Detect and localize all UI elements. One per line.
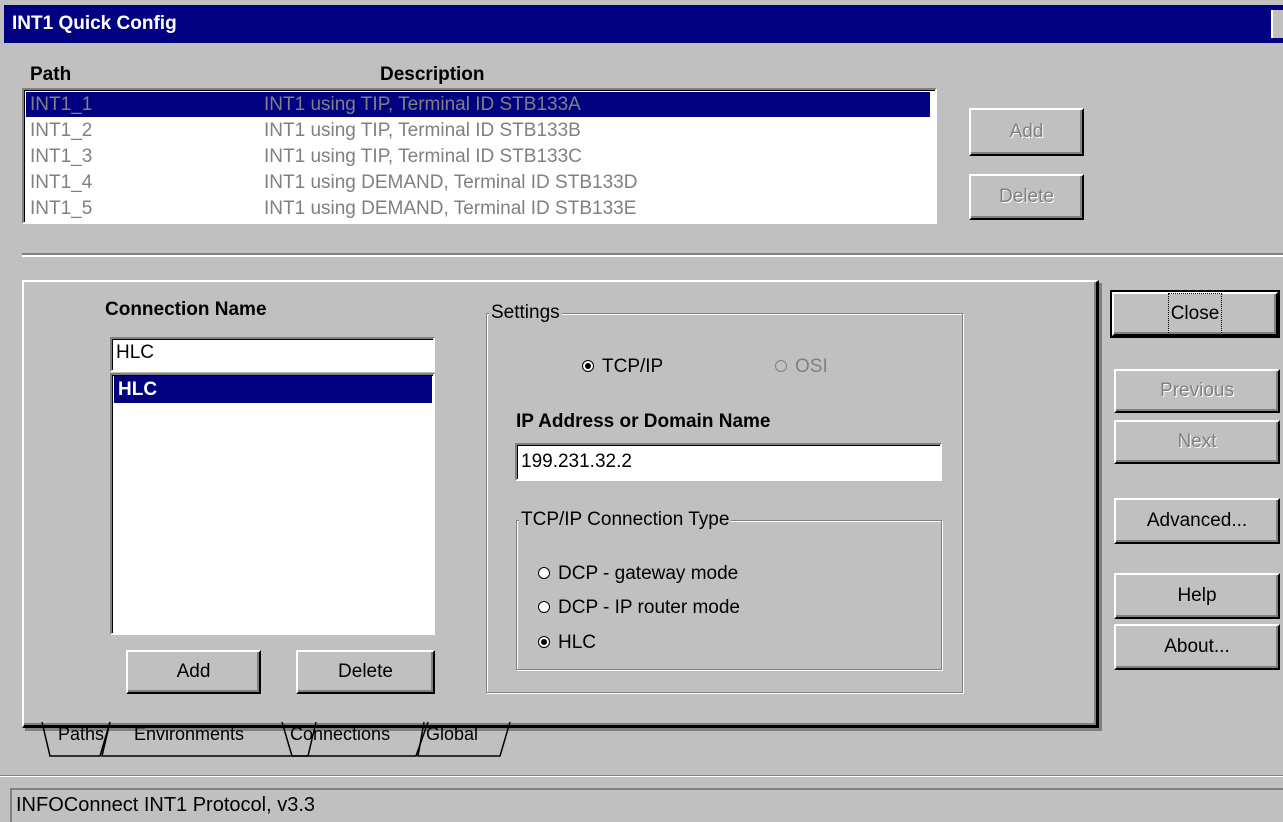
about-button[interactable]: About...: [1114, 624, 1280, 670]
path-cell: INT1_4: [30, 172, 93, 193]
paths-list[interactable]: INT1_1 INT1 using TIP, Terminal ID STB13…: [22, 88, 937, 224]
delete-connection-button[interactable]: Delete: [296, 650, 435, 694]
delete-path-button[interactable]: Delete: [969, 174, 1084, 220]
list-item[interactable]: HLC: [114, 376, 432, 403]
radio-empty-icon: [775, 359, 787, 372]
ip-address-input[interactable]: 199.231.32.2: [515, 443, 942, 481]
description-cell: INT1 using TIP, Terminal ID STB133C: [264, 146, 582, 167]
path-column-header: Path: [30, 64, 72, 85]
title-bar[interactable]: INT1 Quick Config: [4, 5, 1283, 43]
radio-selected-icon: [538, 635, 550, 648]
tab-environments[interactable]: Environments: [134, 724, 244, 745]
dcp-ip-router-radio[interactable]: DCP - IP router mode: [538, 597, 740, 619]
tcpip-radio[interactable]: TCP/IP: [582, 356, 663, 378]
status-text: INFOConnect INT1 Protocol, v3.3: [16, 794, 316, 816]
hlc-radio[interactable]: HLC: [538, 632, 596, 654]
next-button[interactable]: Next: [1114, 420, 1280, 464]
add-connection-button[interactable]: Add: [126, 650, 261, 694]
separator: [22, 253, 1283, 257]
radio-selected-icon: [582, 359, 594, 372]
window-control-button[interactable]: [1271, 10, 1283, 38]
settings-legend: Settings: [489, 302, 562, 324]
path-cell: INT1_5: [30, 198, 93, 219]
tab-connections[interactable]: Connections: [290, 724, 390, 745]
description-cell: INT1 using TIP, Terminal ID STB133A: [264, 94, 581, 115]
close-button[interactable]: Close: [1110, 290, 1280, 338]
path-row[interactable]: INT1_2 INT1 using TIP, Terminal ID STB13…: [26, 118, 930, 143]
quick-config-window: INT1 Quick Config Path Description INT1_…: [0, 0, 1283, 822]
connection-list[interactable]: HLC: [110, 373, 435, 635]
path-cell: INT1_3: [30, 146, 93, 167]
path-row[interactable]: INT1_4 INT1 using DEMAND, Terminal ID ST…: [26, 170, 930, 195]
tab-paths[interactable]: Paths: [58, 724, 104, 745]
connection-name-input[interactable]: HLC: [110, 337, 435, 372]
dcp-gateway-radio[interactable]: DCP - gateway mode: [538, 563, 738, 585]
window-title: INT1 Quick Config: [12, 13, 177, 34]
radio-empty-icon: [538, 566, 550, 579]
path-row[interactable]: INT1_3 INT1 using TIP, Terminal ID STB13…: [26, 144, 930, 169]
status-separator: [0, 775, 1283, 777]
path-row[interactable]: INT1_5 INT1 using DEMAND, Terminal ID ST…: [26, 196, 930, 221]
description-cell: INT1 using DEMAND, Terminal ID STB133E: [264, 198, 637, 219]
radio-empty-icon: [538, 600, 550, 613]
path-cell: INT1_2: [30, 120, 93, 141]
add-path-button[interactable]: Add: [969, 108, 1084, 156]
status-bar: INFOConnect INT1 Protocol, v3.3: [10, 788, 1283, 822]
path-row[interactable]: INT1_1 INT1 using TIP, Terminal ID STB13…: [26, 92, 930, 117]
connection-name-label: Connection Name: [105, 299, 267, 320]
path-cell: INT1_1: [30, 94, 93, 115]
osi-radio[interactable]: OSI: [775, 356, 828, 378]
description-column-header: Description: [380, 64, 485, 85]
description-cell: INT1 using TIP, Terminal ID STB133B: [264, 120, 581, 141]
description-cell: INT1 using DEMAND, Terminal ID STB133D: [264, 172, 638, 193]
advanced-button[interactable]: Advanced...: [1114, 498, 1280, 544]
help-button[interactable]: Help: [1114, 573, 1280, 619]
connection-type-legend: TCP/IP Connection Type: [519, 509, 732, 531]
tab-global[interactable]: Global: [426, 724, 478, 745]
previous-button[interactable]: Previous: [1114, 369, 1280, 413]
ip-address-label: IP Address or Domain Name: [516, 411, 771, 432]
